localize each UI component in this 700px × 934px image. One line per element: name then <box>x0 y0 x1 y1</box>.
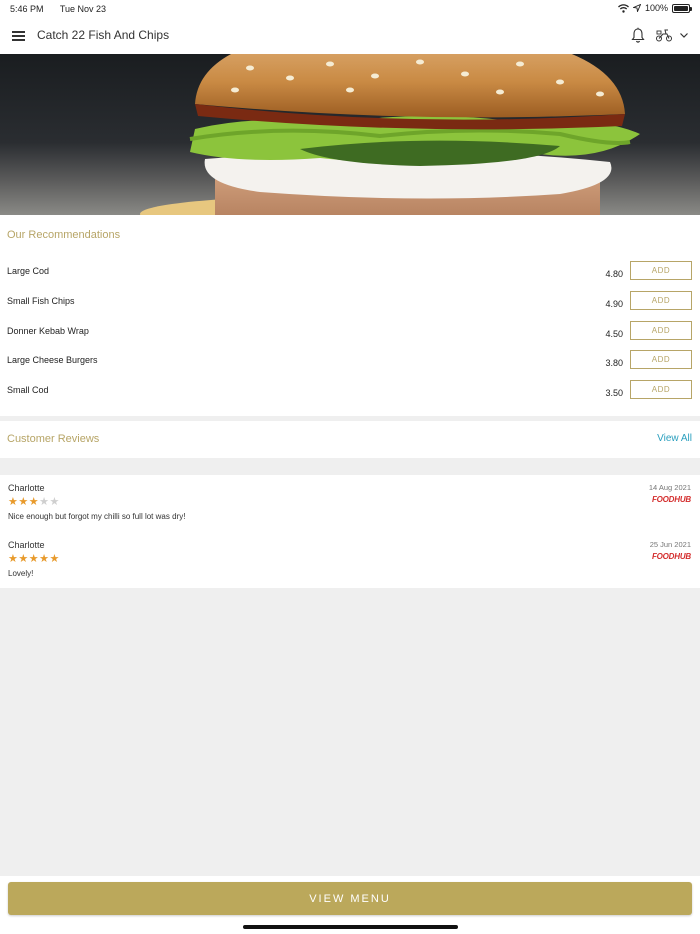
item-price: 3.50 <box>605 388 623 398</box>
app-header: Catch 22 Fish And Chips <box>0 17 700 54</box>
add-button[interactable]: ADD <box>630 321 692 340</box>
review-item: Charlotte ★★★★★ Lovely! 25 Jun 2021 FOOD… <box>0 532 700 584</box>
recommendations-title: Our Recommendations <box>7 229 121 241</box>
bell-icon[interactable] <box>630 27 646 44</box>
recommendation-item: Donner Kebab Wrap 4.50 ADD <box>0 321 700 356</box>
star-rating: ★★★★★ <box>8 495 60 508</box>
recommendation-item: Small Fish Chips 4.90 ADD <box>0 291 700 326</box>
bottom-bar: VIEW MENU <box>0 876 700 934</box>
foodhub-logo: FOODHUB <box>651 552 691 561</box>
star-icon: ★ <box>49 553 60 565</box>
item-name: Large Cod <box>7 266 50 276</box>
review-date: 25 Jun 2021 <box>649 540 691 549</box>
reviewer-name: Charlotte <box>8 483 45 493</box>
review-date: 14 Aug 2021 <box>648 483 691 492</box>
status-date: Tue Nov 23 <box>59 4 107 14</box>
add-button[interactable]: ADD <box>630 380 692 399</box>
star-icon: ★ <box>39 553 50 565</box>
home-indicator <box>243 925 458 929</box>
recommendations-section: Our Recommendations Large Cod 4.80 ADD S… <box>0 215 700 416</box>
star-icon: ★ <box>49 496 60 508</box>
review-comment: Lovely! <box>8 569 34 578</box>
status-time: 5:46 PM <box>10 4 44 14</box>
battery-icon <box>672 3 692 13</box>
item-price: 4.80 <box>605 269 623 279</box>
star-icon: ★ <box>8 496 19 508</box>
item-price: 4.90 <box>605 299 623 309</box>
add-button[interactable]: ADD <box>630 291 692 310</box>
menu-icon[interactable] <box>12 31 25 41</box>
reviews-header: Customer Reviews View All <box>0 421 700 458</box>
recommendation-item: Large Cheese Burgers 3.80 ADD <box>0 350 700 385</box>
star-icon: ★ <box>18 553 29 565</box>
reviews-title: Customer Reviews <box>7 433 100 445</box>
location-arrow-icon <box>632 4 641 12</box>
item-name: Small Cod <box>7 385 49 395</box>
view-menu-button[interactable]: VIEW MENU <box>8 882 692 915</box>
recommendation-item: Small Cod 3.50 ADD <box>0 380 700 415</box>
star-icon: ★ <box>28 553 40 565</box>
star-icon: ★ <box>28 496 40 508</box>
review-comment: Nice enough but forgot my chilli so full… <box>8 512 186 521</box>
restaurant-title: Catch 22 Fish And Chips <box>37 28 170 42</box>
scooter-icon[interactable] <box>655 28 673 42</box>
hero-burger-image <box>0 54 700 215</box>
item-price: 3.80 <box>605 358 623 368</box>
review-item: Charlotte ★★★★★ Nice enough but forgot m… <box>0 475 700 527</box>
item-name: Large Cheese Burgers <box>7 355 98 365</box>
add-button[interactable]: ADD <box>630 350 692 369</box>
battery-percent: 100% <box>644 3 668 13</box>
reviews-list: Charlotte ★★★★★ Nice enough but forgot m… <box>0 475 700 588</box>
star-icon: ★ <box>39 496 50 508</box>
item-name: Small Fish Chips <box>7 296 75 306</box>
status-bar: 5:46 PM Tue Nov 23 100% <box>0 0 700 17</box>
wifi-icon <box>618 3 629 13</box>
recommendation-item: Large Cod 4.80 ADD <box>0 261 700 296</box>
star-rating: ★★★★★ <box>8 552 60 565</box>
item-price: 4.50 <box>605 329 623 339</box>
add-button[interactable]: ADD <box>630 261 692 280</box>
item-name: Donner Kebab Wrap <box>7 326 89 336</box>
star-icon: ★ <box>18 496 29 508</box>
view-all-link[interactable]: View All <box>657 433 692 444</box>
reviewer-name: Charlotte <box>8 540 45 550</box>
chevron-down-icon[interactable] <box>679 30 689 40</box>
star-icon: ★ <box>8 553 19 565</box>
foodhub-logo: FOODHUB <box>651 495 691 504</box>
